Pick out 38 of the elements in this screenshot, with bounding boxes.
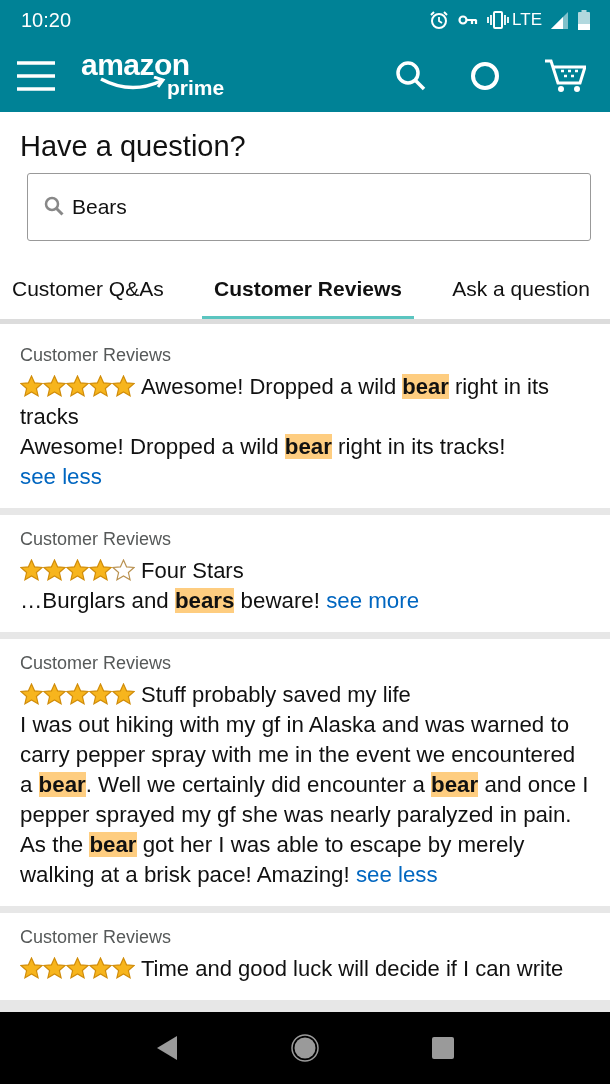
back-icon[interactable]	[155, 1035, 180, 1061]
tab[interactable]: Ask a question	[440, 269, 602, 319]
search-highlight: bears	[174, 588, 235, 613]
search-icon[interactable]	[396, 61, 426, 91]
review-source: Customer Reviews	[20, 653, 173, 674]
tab[interactable]: Customer Q&As	[0, 269, 176, 319]
review-source: Customer Reviews	[20, 345, 173, 366]
toggle-link[interactable]: see less	[355, 862, 438, 887]
search-field[interactable]: Bears	[27, 173, 591, 241]
toggle-link[interactable]: see less	[20, 464, 102, 489]
review-title: Stuff probably saved my life	[140, 681, 412, 709]
review-text: …Burglars and bears beware! see more	[20, 587, 421, 615]
network-label: LTE	[512, 10, 542, 30]
vibrate-icon	[487, 11, 510, 29]
review-text: I was out hiking with my gf in Alaska and was warned to carry pepper spray with me in the event we encountered a bear. Well we certainly did encounter a bear and once I pepper sprayed my gf she was nearly paralyzed in pain. As the bear got her I was able to escape by merely walking at a brisk pace! Amazing! see less	[20, 711, 590, 889]
ring-icon[interactable]	[470, 61, 500, 91]
alarm-icon	[429, 10, 450, 30]
review-title: Time and good luck will decide if I can write	[140, 955, 565, 983]
menu-icon[interactable]	[17, 61, 55, 91]
amazon-prime-logo[interactable]: amazon prime	[81, 50, 227, 102]
recents-icon[interactable]	[430, 1036, 455, 1060]
search-highlight: bear	[89, 832, 137, 857]
search-highlight: bear	[402, 374, 449, 399]
search-highlight: bear	[38, 772, 86, 797]
review-source: Customer Reviews	[20, 529, 173, 550]
signal-icon	[551, 11, 569, 29]
key-icon	[458, 14, 479, 26]
review-text: Awesome! Dropped a wild bear right in its tracks! see less	[20, 433, 507, 491]
review-source: Customer Reviews	[20, 927, 173, 948]
search-highlight: bear	[431, 772, 479, 797]
battery-icon	[578, 10, 590, 30]
status-time: 10:20	[21, 8, 72, 32]
toggle-link[interactable]: see more	[326, 588, 420, 613]
home-icon[interactable]	[290, 1033, 320, 1063]
review-title: Four Stars	[140, 557, 245, 585]
cart-icon[interactable]	[544, 59, 586, 93]
page-heading: Have a question?	[0, 112, 610, 173]
search-highlight: bear	[284, 434, 332, 459]
